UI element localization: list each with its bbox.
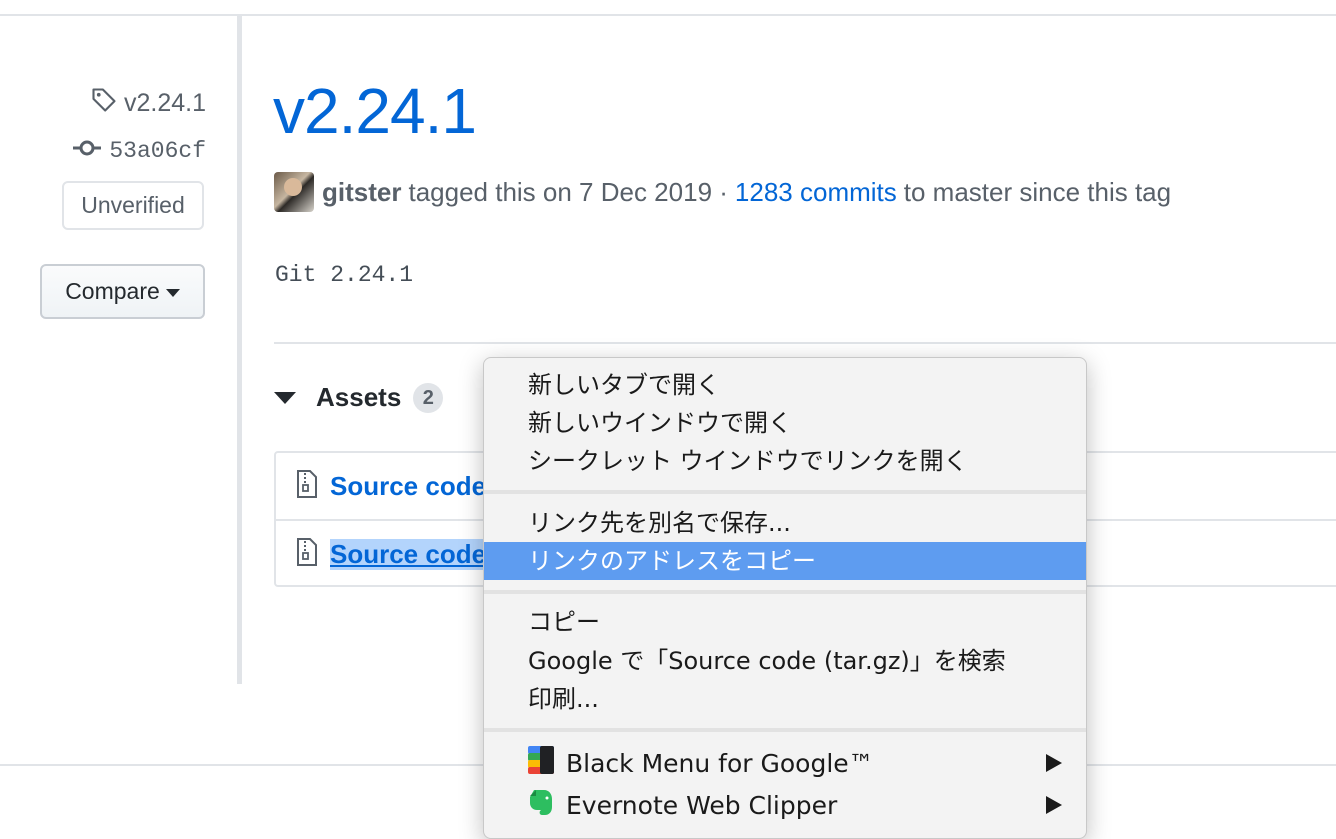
- tagged-text: tagged this on 7 Dec 2019 ·: [408, 176, 728, 207]
- asset-link[interactable]: Source code: [330, 471, 486, 502]
- timeline-line: [237, 16, 242, 684]
- menu-item-copy-link-address[interactable]: リンクのアドレスをコピー: [484, 542, 1086, 580]
- menu-item-open-new-tab[interactable]: 新しいタブで開く: [484, 366, 1086, 404]
- commits-link[interactable]: 1283 commits: [735, 177, 897, 208]
- menu-item-black-menu[interactable]: Black Menu for Google™: [484, 743, 1086, 783]
- black-menu-icon: [484, 745, 566, 781]
- file-zip-icon: [276, 537, 330, 571]
- compare-button[interactable]: Compare: [40, 264, 205, 319]
- assets-toggle[interactable]: Assets 2: [274, 382, 444, 413]
- notes-divider: [274, 342, 1336, 344]
- release-title[interactable]: v2.24.1: [273, 74, 477, 148]
- menu-item-open-incognito[interactable]: シークレット ウインドウでリンクを開く: [484, 442, 1086, 480]
- menu-item-copy[interactable]: コピー: [484, 603, 1086, 641]
- menu-separator: [484, 490, 1086, 494]
- triangle-down-icon: [274, 391, 296, 404]
- submenu-arrow-icon: [1046, 754, 1062, 772]
- commit-sha: 53a06cf: [109, 138, 206, 164]
- submenu-arrow-icon: [1046, 796, 1062, 814]
- author-link[interactable]: gitster: [322, 177, 401, 208]
- asset-link-selected[interactable]: Source code: [330, 538, 487, 570]
- avatar[interactable]: [274, 172, 314, 212]
- evernote-elephant-icon: [484, 787, 566, 823]
- since-text: to master since this tag: [903, 176, 1172, 207]
- top-divider: [0, 14, 1336, 16]
- tag-name: v2.24.1: [123, 89, 206, 117]
- menu-separator: [484, 728, 1086, 732]
- unverified-badge[interactable]: Unverified: [62, 181, 204, 230]
- commit-icon: [73, 138, 102, 164]
- chevron-down-icon: [165, 289, 180, 297]
- menu-item-open-new-window[interactable]: 新しいウインドウで開く: [484, 404, 1086, 442]
- assets-count: 2: [413, 382, 444, 413]
- release-notes: Git 2.24.1: [275, 262, 414, 288]
- commit-link[interactable]: 53a06cf: [73, 138, 206, 164]
- menu-item-evernote[interactable]: Evernote Web Clipper: [484, 785, 1086, 825]
- tag-link[interactable]: v2.24.1: [90, 86, 206, 121]
- file-zip-icon: [276, 469, 330, 503]
- menu-separator: [484, 590, 1086, 594]
- compare-label: Compare: [65, 278, 160, 304]
- context-menu: 新しいタブで開く 新しいウインドウで開く シークレット ウインドウでリンクを開く…: [483, 357, 1087, 839]
- menu-item-label: Evernote Web Clipper: [566, 790, 838, 820]
- menu-item-save-link-as[interactable]: リンク先を別名で保存...: [484, 504, 1086, 542]
- assets-heading: Assets: [316, 382, 402, 412]
- tag-icon: [90, 86, 118, 121]
- menu-item-label: Black Menu for Google™: [566, 748, 874, 778]
- menu-item-search-google[interactable]: Google で「Source code (tar.gz)」を検索: [484, 642, 1086, 680]
- menu-item-print[interactable]: 印刷...: [484, 680, 1086, 718]
- release-meta: gitster tagged this on 7 Dec 2019 · 1283…: [274, 172, 1171, 212]
